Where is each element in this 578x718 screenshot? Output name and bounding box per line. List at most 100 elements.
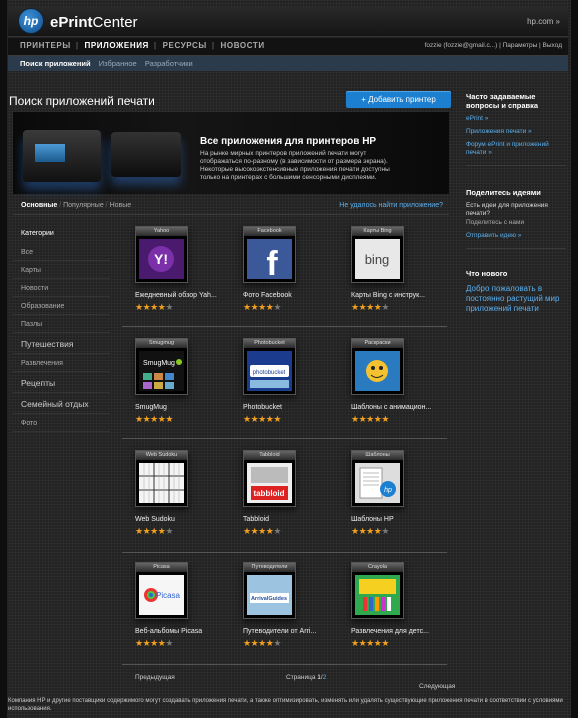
tab-main[interactable]: Основные <box>21 202 57 209</box>
faq-link-apps[interactable]: Приложения печати » <box>466 128 566 136</box>
app-thumbnail[interactable]: Tabbloid tabbloid <box>243 450 296 507</box>
hero-text: На рынке мирных принтеров приложений печ… <box>200 150 390 181</box>
star-icon: ★ <box>165 302 173 312</box>
app-name[interactable]: Карты Bing с инструк... <box>351 292 451 299</box>
app-name[interactable]: Путеводители от Arri... <box>243 628 343 635</box>
star-icon: ★ <box>351 526 359 536</box>
app-thumbnail[interactable]: Раскраски <box>351 338 404 395</box>
row-divider <box>122 326 447 327</box>
category-maps[interactable]: Карты <box>13 261 110 279</box>
app-name[interactable]: Веб-альбомы Picasa <box>135 628 235 635</box>
app-thumbnail[interactable]: Picasa Picasa <box>135 562 188 619</box>
category-recipes[interactable]: Рецепты <box>13 372 110 393</box>
app-name[interactable]: Шаблоны HP <box>351 516 451 523</box>
brand-suffix: Center <box>92 14 138 31</box>
nav-apps[interactable]: ПРИЛОЖЕНИЯ <box>84 41 148 50</box>
app-rating: ★★★★★ <box>135 302 173 313</box>
app-name[interactable]: Photobucket <box>243 404 343 411</box>
nav-resources[interactable]: РЕСУРСЫ <box>163 41 207 50</box>
category-photo[interactable]: Фото <box>13 414 110 432</box>
app-name[interactable]: Шаблоны с анимацион... <box>351 404 451 411</box>
app-thumbnail[interactable]: Crayola <box>351 562 404 619</box>
faq-title: Часто задаваемые вопросы и справка <box>466 92 539 110</box>
star-icon: ★ <box>366 414 374 424</box>
category-puzzles[interactable]: Пазлы <box>13 315 110 333</box>
star-icon: ★ <box>366 302 374 312</box>
facebook-icon: f <box>247 239 292 283</box>
hp-logo[interactable]: hp <box>19 9 43 33</box>
user-menu[interactable]: fozzie (fozzie@gmail.c...) | Параметры |… <box>425 42 562 49</box>
app-thumbnail[interactable]: Smugmug SmugMug <box>135 338 188 395</box>
main-nav: ПРИНТЕРЫ | ПРИЛОЖЕНИЯ | РЕСУРСЫ | НОВОСТИ f… <box>8 38 568 56</box>
row-divider <box>122 438 447 439</box>
hp-com-link[interactable]: hp.com » <box>527 17 560 26</box>
page-title: Поиск приложений печати <box>9 94 155 108</box>
star-icon: ★ <box>243 302 251 312</box>
app-thumbnail[interactable]: Путеводители ArrivalGuides <box>243 562 296 619</box>
app-rating: ★★★★★ <box>135 526 173 537</box>
subnav-favorites[interactable]: Избранное <box>99 59 137 68</box>
subnav-search-apps[interactable]: Поиск приложений <box>20 59 91 68</box>
page-indicator: Страница 1/2 <box>286 674 326 681</box>
categories-title: Категории <box>21 230 54 237</box>
category-travel[interactable]: Путешествия <box>13 333 110 354</box>
row-divider <box>122 664 447 665</box>
app-name[interactable]: SmugMug <box>135 404 235 411</box>
app-thumbnail-label: Picasa <box>136 563 187 572</box>
star-icon: ★ <box>366 526 374 536</box>
app-rating: ★★★★★ <box>243 526 281 537</box>
ideas-question: Есть идеи для приложения печати? <box>466 202 548 217</box>
faq-link-forum[interactable]: Форум ePrint и приложений печати » <box>466 141 566 157</box>
category-all[interactable]: Все <box>13 243 110 261</box>
nav-news[interactable]: НОВОСТИ <box>221 41 265 50</box>
app-thumbnail-label: Web Sudoku <box>136 451 187 460</box>
next-page-link[interactable]: Следующая <box>419 683 455 690</box>
app-thumbnail[interactable]: Шаблоны hp <box>351 450 404 507</box>
ideas-block: Поделитесь идеями Есть идеи для приложен… <box>466 188 566 249</box>
tab-new[interactable]: Новые <box>110 202 132 209</box>
app-thumbnail[interactable]: Yahoo Y! <box>135 226 188 283</box>
app-thumbnail-label: Карты Bing <box>352 227 403 236</box>
news-title: Что нового <box>466 269 508 278</box>
svg-text:Y!: Y! <box>154 251 168 267</box>
tab-popular[interactable]: Популярные <box>63 202 104 209</box>
page-2-link[interactable]: 2 <box>323 674 327 681</box>
svg-text:tabbloid: tabbloid <box>253 489 284 498</box>
prev-page-link[interactable]: Предыдущая <box>135 674 175 681</box>
category-family[interactable]: Семейный отдых <box>13 393 110 414</box>
app-thumbnail[interactable]: Facebook f <box>243 226 296 283</box>
app-thumbnail[interactable]: Web Sudoku <box>135 450 188 507</box>
star-icon: ★ <box>165 414 173 424</box>
crayola-icon <box>355 575 400 615</box>
nav-printers[interactable]: ПРИНТЕРЫ <box>20 41 71 50</box>
subnav-developers[interactable]: Разработчики <box>145 59 193 68</box>
printer-image <box>23 130 101 182</box>
not-found-link[interactable]: Не удалось найти приложение? <box>339 202 443 209</box>
star-icon: ★ <box>165 526 173 536</box>
add-printer-button[interactable]: + Добавить принтер <box>346 91 451 108</box>
star-icon: ★ <box>243 638 251 648</box>
app-rating: ★★★★★ <box>243 302 281 313</box>
hero-banner: Все приложения для принтеров HP На рынке… <box>13 112 449 194</box>
sub-nav: Поиск приложений Избранное Разработчики <box>8 56 568 71</box>
app-thumbnail[interactable]: Photobucket photobucket <box>243 338 296 395</box>
star-icon: ★ <box>150 526 158 536</box>
app-name[interactable]: Web Sudoku <box>135 516 235 523</box>
app-name[interactable]: Tabbloid <box>243 516 343 523</box>
row-divider <box>122 552 447 553</box>
submit-idea-link[interactable]: Отправить идею » <box>466 232 566 240</box>
svg-text:ArrivalGuides: ArrivalGuides <box>251 596 287 602</box>
app-name[interactable]: Ежедневный обзор Yah... <box>135 292 235 299</box>
photobucket-icon: photobucket <box>247 351 292 391</box>
faq-link-eprint[interactable]: ePrint » <box>466 115 566 123</box>
star-icon: ★ <box>258 414 266 424</box>
category-entertainment[interactable]: Развлечения <box>13 354 110 372</box>
news-link[interactable]: Добро пожаловать в постоянно растущий ми… <box>466 284 566 314</box>
star-icon: ★ <box>381 414 389 424</box>
app-thumbnail-label: Crayola <box>352 563 403 572</box>
category-news[interactable]: Новости <box>13 279 110 297</box>
app-name[interactable]: Фото Facebook <box>243 292 343 299</box>
app-thumbnail[interactable]: Карты Bing bing <box>351 226 404 283</box>
category-education[interactable]: Образование <box>13 297 110 315</box>
app-name[interactable]: Развлечения для детс... <box>351 628 451 635</box>
